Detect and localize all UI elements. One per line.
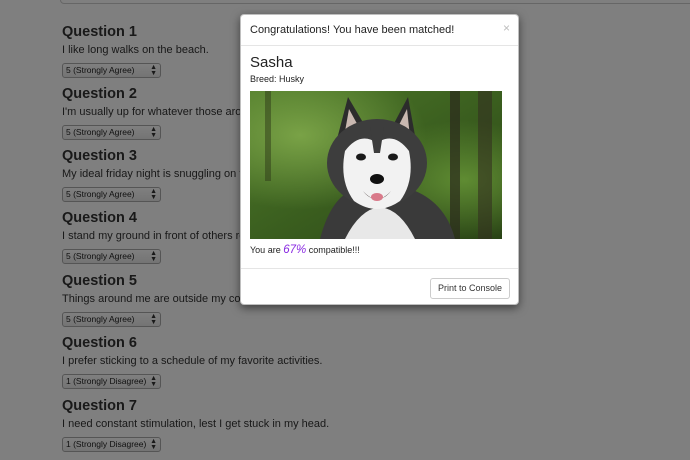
match-modal: Congratulations! You have been matched! … xyxy=(240,14,519,305)
dog-photo xyxy=(250,91,502,239)
modal-header: Congratulations! You have been matched! … xyxy=(241,15,518,46)
compatibility-text: You are 67% compatible!!! xyxy=(250,244,360,256)
compat-prefix: You are xyxy=(250,245,284,255)
modal-footer: Print to Console xyxy=(241,268,518,304)
compat-percent: 67% xyxy=(283,244,307,256)
close-icon[interactable]: × xyxy=(503,21,510,35)
print-to-console-button[interactable]: Print to Console xyxy=(429,278,510,299)
modal-body: Sasha Breed: Husky You are 67% compatibl… xyxy=(241,46,518,268)
match-breed: Breed: Husky xyxy=(250,74,305,84)
match-name: Sasha xyxy=(250,54,293,71)
compat-suffix: compatible!!! xyxy=(306,245,360,255)
modal-title: Congratulations! You have been matched! xyxy=(250,24,455,36)
